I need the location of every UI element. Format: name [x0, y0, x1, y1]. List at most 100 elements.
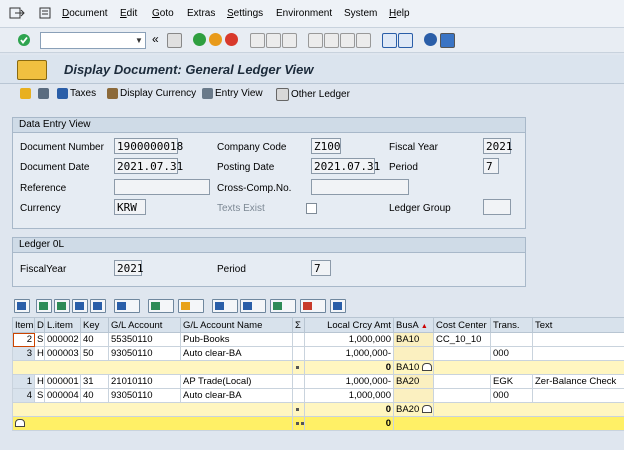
group-title: Ledger 0L: [13, 238, 525, 253]
column-local-amount[interactable]: Local Crcy Amt: [304, 317, 394, 333]
ledger-fiscal-year-field[interactable]: 2021: [114, 260, 144, 276]
sort-ascending-button[interactable]: [36, 299, 52, 313]
document-icon: [17, 60, 47, 80]
table-row[interactable]: 4 S 000004 40 93050110 Auto clear-BA 1,0…: [12, 388, 624, 403]
cell-item[interactable]: 3: [12, 346, 35, 361]
column-litem[interactable]: L.item: [44, 317, 81, 333]
menu-help[interactable]: Help: [389, 8, 410, 19]
print-grid-button[interactable]: [212, 299, 238, 313]
column-cost-center[interactable]: Cost Center: [433, 317, 491, 333]
subtotal-icon: [181, 302, 190, 310]
save-icon[interactable]: [167, 33, 182, 48]
ledger-group-field[interactable]: [483, 199, 511, 215]
menu-goto[interactable]: Goto: [152, 8, 174, 19]
column-busa[interactable]: BusA ▲: [393, 317, 434, 333]
taxes-button[interactable]: Taxes: [57, 88, 96, 99]
layout-button[interactable]: [300, 299, 326, 313]
menu-edit[interactable]: Edit: [120, 8, 137, 19]
cell-d: H: [34, 374, 45, 389]
column-d[interactable]: D: [34, 317, 45, 333]
cell-gl-name: Pub-Books: [180, 332, 293, 347]
cell-item[interactable]: 4: [12, 388, 35, 403]
menu-environment[interactable]: Environment: [276, 8, 332, 19]
table-row[interactable]: 2 S 000002 40 55350110 Pub-Books 1,000,0…: [12, 332, 624, 347]
column-key[interactable]: Key: [80, 317, 109, 333]
printer-icon: [215, 302, 224, 310]
cell-item[interactable]: 1: [12, 374, 35, 389]
document-date-field[interactable]: 2021.07.31: [114, 158, 183, 174]
exit-icon[interactable]: [9, 6, 25, 20]
exit-app-icon[interactable]: [209, 33, 222, 46]
find-icon[interactable]: [266, 33, 281, 48]
export-button[interactable]: [270, 299, 296, 313]
other-ledger-button[interactable]: Other Ledger: [276, 88, 350, 101]
cell-key: 50: [80, 346, 109, 361]
reference-field[interactable]: [114, 179, 210, 195]
column-gl-account-name[interactable]: G/L Account Name: [180, 317, 293, 333]
binoculars-plus-icon: [93, 302, 102, 310]
table-row[interactable]: 1 H 000001 31 21010110 AP Trade(Local) 1…: [12, 374, 624, 389]
table-row[interactable]: 3 H 000003 50 93050110 Auto clear-BA 1,0…: [12, 346, 624, 361]
posting-date-field[interactable]: 2021.07.31: [311, 158, 380, 174]
period-field[interactable]: 7: [483, 158, 499, 174]
cell-litem: 000002: [44, 332, 81, 347]
entry-view-button[interactable]: Entry View: [202, 88, 263, 99]
find-button[interactable]: [72, 299, 88, 313]
cell-sum: [292, 332, 305, 347]
cell-text: [532, 388, 624, 403]
menu-extras[interactable]: Extras: [187, 8, 215, 19]
shortcut-icon[interactable]: [398, 33, 413, 48]
texts-exist-checkbox[interactable]: [306, 203, 317, 214]
column-item[interactable]: Item: [12, 317, 35, 333]
fiscal-year-field[interactable]: 2021: [483, 138, 513, 154]
menu-icon[interactable]: [38, 6, 54, 20]
subtotal-row[interactable]: 0 BA20: [12, 402, 624, 417]
total-button[interactable]: [148, 299, 174, 313]
details-button[interactable]: [14, 299, 30, 313]
enter-check-icon[interactable]: [17, 33, 31, 47]
first-page-icon[interactable]: [308, 33, 323, 48]
ledger-icon: [276, 88, 289, 101]
last-page-icon[interactable]: [356, 33, 371, 48]
total-row[interactable]: 0: [12, 416, 624, 431]
display-currency-button[interactable]: Display Currency: [107, 88, 196, 99]
document-number-field[interactable]: 1900000018: [114, 138, 183, 154]
back-icon[interactable]: [193, 33, 206, 46]
cell-sum: [292, 374, 305, 389]
info-button[interactable]: [330, 299, 346, 313]
filter-button[interactable]: [114, 299, 140, 313]
cell-amount: 0: [304, 402, 394, 417]
menu-system[interactable]: System: [344, 8, 377, 19]
cancel-icon[interactable]: [225, 33, 238, 46]
layout-icon[interactable]: [440, 33, 455, 48]
chevron-down-icon[interactable]: ▼: [133, 33, 145, 48]
subtotal-marker: [292, 402, 305, 417]
print-icon[interactable]: [250, 33, 265, 48]
command-field[interactable]: ▼: [40, 32, 146, 49]
views-button[interactable]: [240, 299, 266, 313]
sort-descending-button[interactable]: [54, 299, 70, 313]
new-session-icon[interactable]: [382, 33, 397, 48]
change-mode-button[interactable]: [20, 88, 31, 99]
previous-page-icon[interactable]: [324, 33, 339, 48]
subtotal-row[interactable]: 0 BA10: [12, 360, 624, 375]
help-icon[interactable]: [424, 33, 437, 46]
subtotal-button[interactable]: [178, 299, 204, 313]
column-text[interactable]: Text: [532, 317, 624, 333]
currency-field[interactable]: KRW: [114, 199, 146, 215]
print-doc-button[interactable]: [38, 88, 49, 99]
cell-key: 31: [80, 374, 109, 389]
ledger-period-field[interactable]: 7: [311, 260, 331, 276]
next-page-icon[interactable]: [340, 33, 355, 48]
column-gl-account[interactable]: G/L Account: [108, 317, 181, 333]
find-next-icon[interactable]: [282, 33, 297, 48]
menu-document[interactable]: Document: [62, 8, 108, 19]
menu-settings[interactable]: Settings: [227, 8, 263, 19]
column-trans[interactable]: Trans.: [490, 317, 533, 333]
collapse-chevron-icon[interactable]: «: [152, 32, 159, 46]
company-code-field[interactable]: Z100: [311, 138, 341, 154]
cell-item[interactable]: 2: [12, 332, 35, 347]
column-sum[interactable]: Σ: [292, 317, 305, 333]
find-next-button[interactable]: [90, 299, 106, 313]
cross-comp-field[interactable]: [311, 179, 409, 195]
